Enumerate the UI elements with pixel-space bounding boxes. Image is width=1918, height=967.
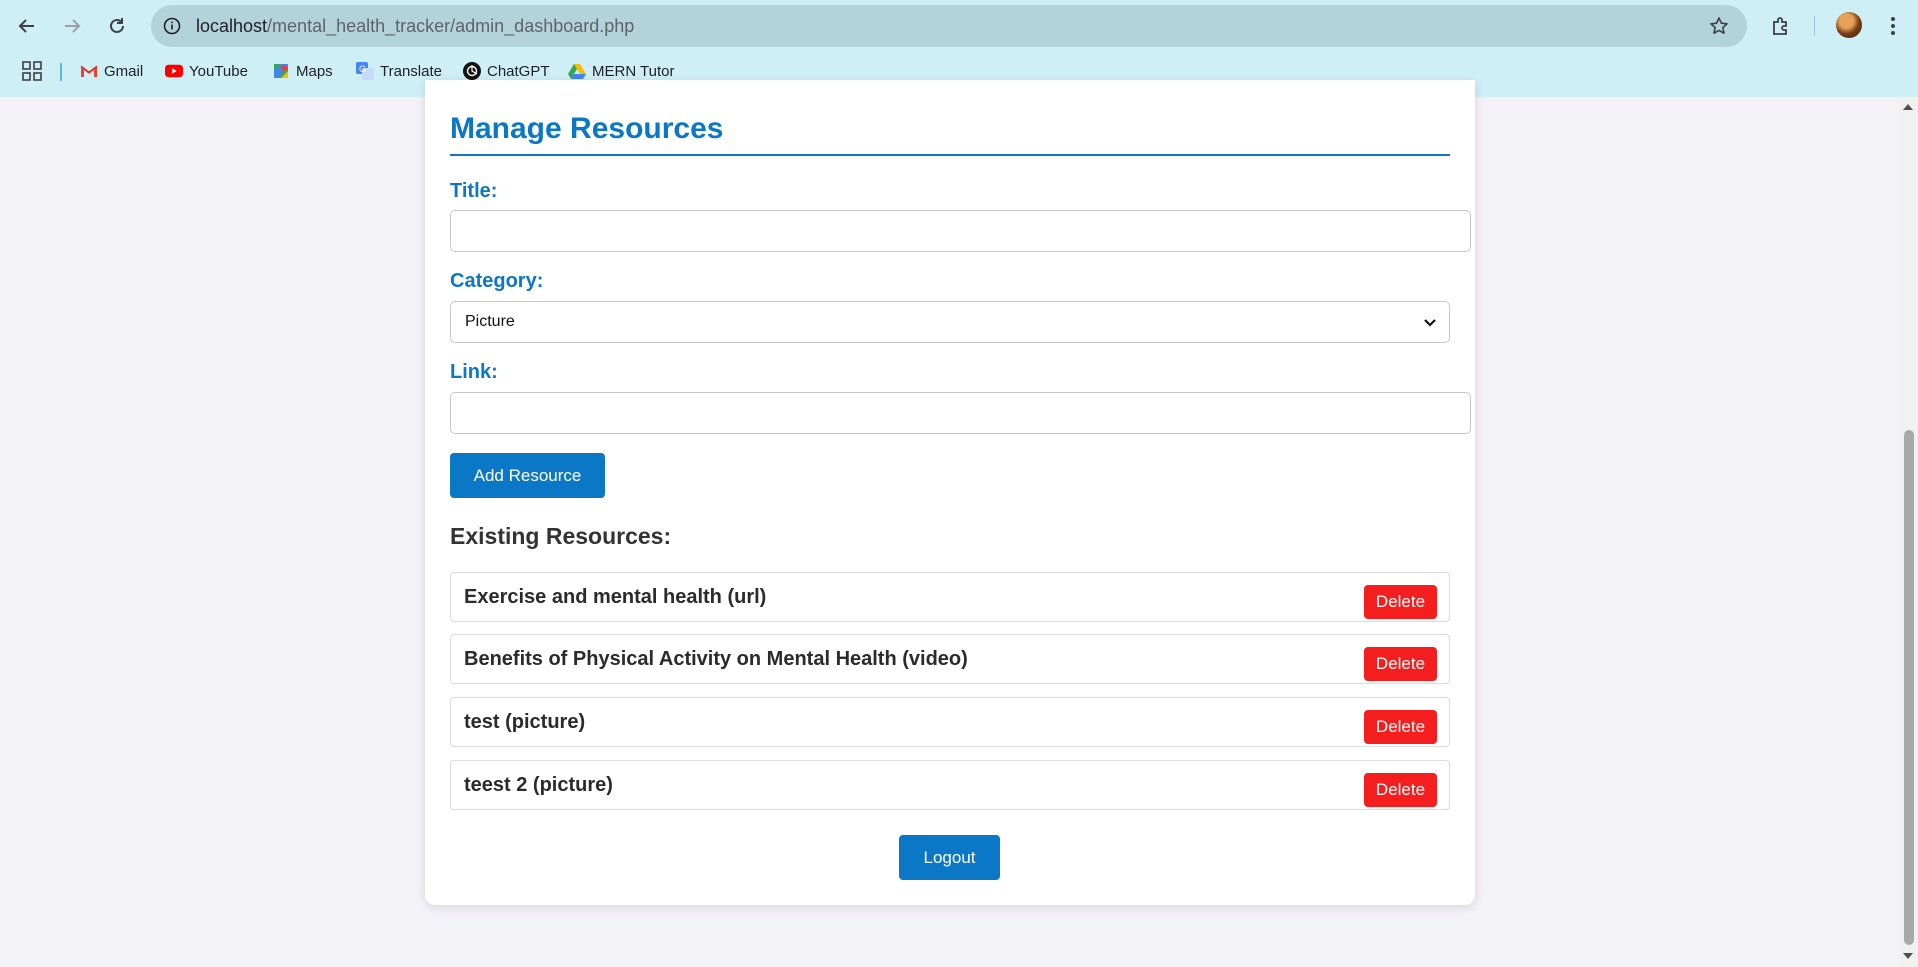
delete-resource-button[interactable]: Delete [1364, 585, 1437, 619]
title-input[interactable] [450, 210, 1471, 252]
title-divider [450, 154, 1450, 156]
extensions-icon[interactable] [1766, 11, 1796, 41]
translate-icon: G [356, 62, 374, 80]
back-icon[interactable] [11, 10, 43, 42]
resource-row: teest 2 (picture) Delete [450, 760, 1450, 810]
url-host: localhost [196, 16, 268, 36]
bookmark-gmail[interactable]: Gmail [80, 60, 143, 82]
add-resource-button[interactable]: Add Resource [450, 453, 605, 498]
title-label: Title: [450, 180, 498, 202]
bookmark-label: ChatGPT [487, 62, 550, 80]
address-bar[interactable]: localhost/mental_health_tracker/admin_da… [151, 5, 1747, 47]
manage-resources-card: Manage Resources Title: Category: Pictur… [425, 80, 1475, 905]
chatgpt-icon [463, 62, 481, 80]
url-text[interactable]: localhost/mental_health_tracker/admin_da… [196, 16, 634, 37]
scroll-up-icon[interactable] [1903, 104, 1913, 110]
chevron-down-icon [1423, 315, 1437, 334]
bookmark-youtube[interactable]: YouTube [165, 60, 248, 82]
forward-icon[interactable] [56, 10, 88, 42]
reload-icon[interactable] [101, 10, 133, 42]
category-select[interactable]: Picture [450, 301, 1450, 343]
resource-title: teest 2 (picture) [464, 774, 613, 796]
logout-button[interactable]: Logout [899, 835, 1000, 880]
link-input[interactable] [450, 392, 1471, 434]
svg-text:G: G [359, 64, 366, 74]
drive-icon [568, 62, 586, 80]
url-path: /mental_health_tracker/admin_dashboard.p… [267, 16, 635, 36]
resource-row: Benefits of Physical Activity on Mental … [450, 634, 1450, 684]
bookmark-star-icon[interactable] [1707, 14, 1731, 38]
bookmark-label: Gmail [104, 62, 144, 80]
link-label: Link: [450, 361, 498, 383]
youtube-icon [165, 62, 183, 80]
existing-resources-heading: Existing Resources: [450, 523, 672, 549]
resource-row: Exercise and mental health (url) Delete [450, 572, 1450, 622]
category-label: Category: [450, 270, 544, 292]
bookmark-label: Translate [380, 62, 442, 80]
bookmark-label: Maps [296, 62, 333, 80]
resource-title: test (picture) [464, 711, 586, 733]
section-title: Manage Resources [450, 112, 724, 145]
scrollbar-thumb[interactable] [1904, 430, 1914, 945]
bookmark-chatgpt[interactable]: ChatGPT [463, 60, 550, 82]
category-selected-value: Picture [465, 313, 515, 330]
bookmark-mern-tutor[interactable]: MERN Tutor [568, 60, 675, 82]
bookmarks-divider [60, 63, 62, 81]
bookmark-label: YouTube [189, 62, 248, 80]
bookmark-translate[interactable]: G Translate [356, 60, 442, 82]
bookmark-maps[interactable]: Maps [272, 60, 333, 82]
resource-title: Exercise and mental health (url) [464, 586, 767, 608]
scroll-down-icon[interactable] [1903, 953, 1913, 959]
delete-resource-button[interactable]: Delete [1364, 647, 1437, 681]
menu-kebab-icon[interactable] [1878, 11, 1908, 41]
apps-grid-icon[interactable] [22, 61, 42, 86]
resource-row: test (picture) Delete [450, 697, 1450, 747]
bookmark-label: MERN Tutor [592, 62, 675, 80]
delete-resource-button[interactable]: Delete [1364, 773, 1437, 807]
profile-avatar[interactable] [1836, 12, 1862, 38]
toolbar-divider [1814, 16, 1815, 36]
maps-icon [272, 62, 290, 80]
site-info-icon[interactable] [160, 14, 184, 38]
resource-title: Benefits of Physical Activity on Mental … [464, 648, 968, 670]
gmail-icon [80, 62, 98, 80]
delete-resource-button[interactable]: Delete [1364, 710, 1437, 744]
